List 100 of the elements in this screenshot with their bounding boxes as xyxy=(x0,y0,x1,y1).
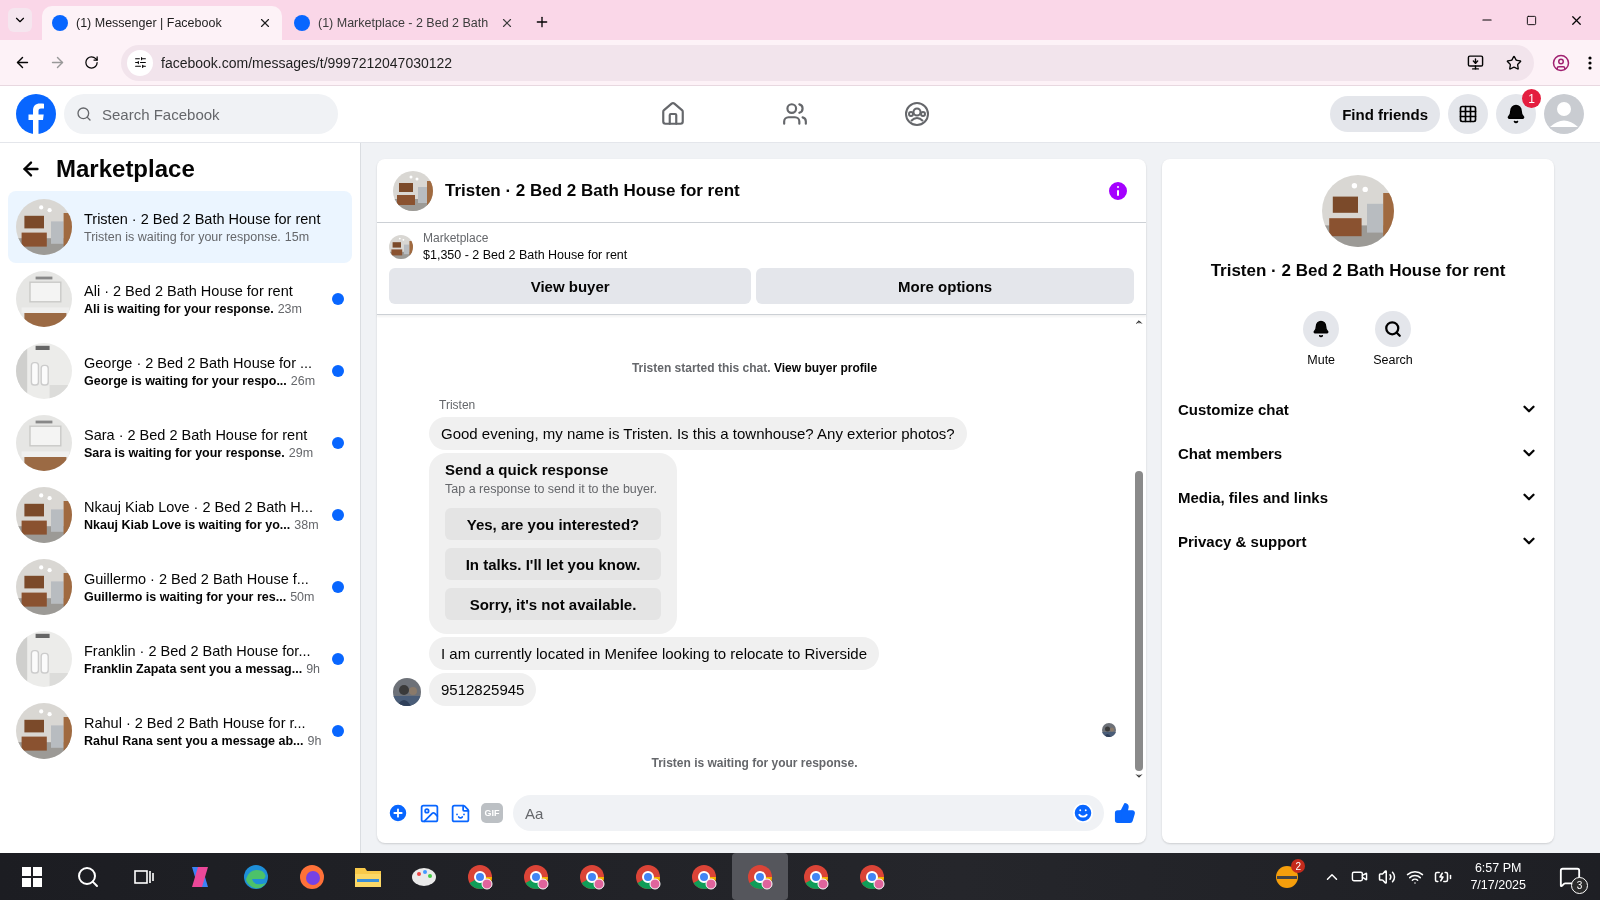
search-input[interactable]: Search Facebook xyxy=(100,104,326,124)
search-icon[interactable] xyxy=(76,864,100,889)
scroll-down-icon[interactable] xyxy=(1134,771,1144,781)
message-input[interactable]: Aa xyxy=(523,803,1072,823)
quick-response-hint: Tap a response to send it to the buyer. xyxy=(445,482,658,496)
search-button[interactable] xyxy=(1375,311,1411,347)
emoji-icon[interactable] xyxy=(1072,802,1094,824)
conversation-title: Nkauj Kiab Love · 2 Bed 2 Bath H... xyxy=(84,498,314,515)
weather-badge: 2 xyxy=(1291,859,1306,873)
clock[interactable]: 6:57 PM 7/17/2025 xyxy=(1470,859,1526,894)
section-header[interactable]: Customize chat xyxy=(1178,400,1289,418)
friends-icon[interactable] xyxy=(782,101,808,127)
section-header[interactable]: Chat members xyxy=(1178,444,1283,462)
find-friends-button[interactable]: Find friends xyxy=(1330,96,1440,132)
photo-icon[interactable] xyxy=(419,802,440,824)
facebook-logo[interactable] xyxy=(16,94,56,134)
message-field[interactable]: Aa xyxy=(513,795,1104,831)
conversation-item[interactable]: Tristen · 2 Bed 2 Bath House for rent Tristen is waiting for your response. 15m xyxy=(8,191,352,263)
search-field[interactable]: Search Facebook xyxy=(64,94,338,134)
action-button[interactable]: View buyer xyxy=(389,268,752,304)
site-settings-button[interactable] xyxy=(127,49,153,76)
address-bar[interactable]: facebook.com/messages/t/9997212047030122 xyxy=(121,44,1534,81)
install-icon[interactable] xyxy=(1467,54,1484,71)
quick-response-button[interactable]: Sorry, it's not available. xyxy=(445,588,661,620)
conversation-title: Guillermo · 2 Bed 2 Bath House f... xyxy=(84,570,310,587)
conversation-item[interactable]: George · 2 Bed 2 Bath House for ... George is waiting for your respo... 26m xyxy=(8,335,352,407)
conversation-item[interactable]: Guillermo · 2 Bed 2 Bath House f... Guillermo is waiting for your res... 50m xyxy=(8,551,352,623)
conversation-title: George · 2 Bed 2 Bath House for ... xyxy=(84,354,314,371)
message-time: 26m xyxy=(290,373,316,388)
scroll-up-icon[interactable] xyxy=(1134,317,1144,327)
menu-icon[interactable] xyxy=(1588,54,1592,71)
message-time: 9h xyxy=(306,661,321,676)
home-icon[interactable] xyxy=(660,101,686,127)
message-preview: Tristen is waiting for your response. xyxy=(84,229,281,244)
close-icon[interactable] xyxy=(500,16,514,30)
bell-icon xyxy=(1506,104,1526,124)
plus-icon[interactable] xyxy=(534,14,550,30)
like-icon[interactable] xyxy=(1114,802,1136,824)
back-icon[interactable] xyxy=(14,54,31,71)
close-icon[interactable] xyxy=(258,16,272,30)
facebook-icon xyxy=(294,15,310,31)
reload-icon[interactable] xyxy=(84,55,99,70)
search-icon xyxy=(76,106,92,122)
menu-button[interactable] xyxy=(1448,94,1488,134)
conversation-item[interactable]: Ali · 2 Bed 2 Bath House for rent Ali is waiting for your response. 23m xyxy=(8,263,352,335)
action-button[interactable]: More options xyxy=(756,268,1134,304)
browser-tab[interactable]: (1) Marketplace - 2 Bed 2 Bath xyxy=(284,6,524,40)
unread-dot xyxy=(332,725,344,737)
weather-icon[interactable] xyxy=(1274,863,1301,890)
volume-icon[interactable] xyxy=(1378,867,1397,886)
notifications-button[interactable] xyxy=(1496,94,1536,134)
section-header[interactable]: Privacy & support xyxy=(1178,532,1307,550)
restore-icon[interactable] xyxy=(1526,14,1537,26)
message-preview: Rahul Rana sent you a message ab... xyxy=(84,733,304,748)
sticker-icon[interactable] xyxy=(450,802,471,824)
conversation-item[interactable]: Rahul · 2 Bed 2 Bath House for r... Rahul Rana sent you a message ab... 9h xyxy=(8,695,352,767)
section-header[interactable]: Media, files and links xyxy=(1178,488,1329,506)
message-bubble: Good evening, my name is Tristen. Is this a townhouse? Any exterior photos? xyxy=(429,417,967,450)
grid-icon xyxy=(1458,104,1478,124)
scrollbar-thumb[interactable] xyxy=(1135,471,1143,771)
sidebar-title: Marketplace xyxy=(56,155,195,183)
message-preview: Franklin Zapata sent you a messag... xyxy=(84,661,303,676)
chrome-icon xyxy=(634,862,662,891)
add-icon[interactable] xyxy=(387,802,409,824)
conversation-title: Sara · 2 Bed 2 Bath House for rent xyxy=(84,426,309,443)
message-preview: George is waiting for your respo... xyxy=(84,373,287,388)
unread-dot xyxy=(332,365,344,377)
conversation-item[interactable]: Franklin · 2 Bed 2 Bath House for... Franklin Zapata sent you a messag... 9h xyxy=(8,623,352,695)
bell-icon xyxy=(1312,320,1331,338)
action-label: Mute xyxy=(1307,353,1336,367)
conversation-title: Tristen · 2 Bed 2 Bath House for rent xyxy=(84,210,322,227)
quick-response-button[interactable]: In talks. I'll let you know. xyxy=(445,548,661,580)
unread-dot xyxy=(332,437,344,449)
message-time: 9h xyxy=(307,733,322,748)
quick-response-button[interactable]: Yes, are you interested? xyxy=(445,508,661,540)
facebook-icon xyxy=(52,15,68,31)
action-label: Search xyxy=(1373,353,1413,367)
message-preview: Guillermo is waiting for your res... xyxy=(84,589,287,604)
message-time: 38m xyxy=(294,517,319,532)
quick-response-title: Send a quick response xyxy=(445,461,610,478)
bell-button[interactable] xyxy=(1303,311,1340,347)
groups-icon[interactable] xyxy=(904,101,930,127)
tab-list-button[interactable] xyxy=(8,8,32,32)
message-time: 29m xyxy=(288,445,314,460)
sliders-icon xyxy=(133,56,147,69)
chrome-icon xyxy=(746,862,774,891)
message-time: 15m xyxy=(284,229,310,244)
chrome-icon xyxy=(578,862,606,891)
search-icon xyxy=(1384,320,1402,338)
message-bubble: I am currently located in Menifee looking to relocate to Riverside xyxy=(429,637,880,670)
sender-name: Tristen xyxy=(439,398,477,412)
forward-icon[interactable] xyxy=(49,54,66,71)
buyer-profile-link[interactable]: View buyer profile xyxy=(773,361,878,375)
conversation-item[interactable]: Sara · 2 Bed 2 Bath House for rent Sara is waiting for your response. 29m xyxy=(8,407,352,479)
profile-icon[interactable] xyxy=(1552,53,1570,72)
windows-icon[interactable] xyxy=(22,866,42,887)
status-note: Tristen is waiting for your response. xyxy=(650,756,859,770)
browser-tab[interactable]: (1) Messenger | Facebook xyxy=(42,6,282,40)
bookmark-icon[interactable] xyxy=(1506,54,1522,71)
conversation-item[interactable]: Nkauj Kiab Love · 2 Bed 2 Bath H... Nkauj Kiab Love is waiting for yo... 38m xyxy=(8,479,352,551)
